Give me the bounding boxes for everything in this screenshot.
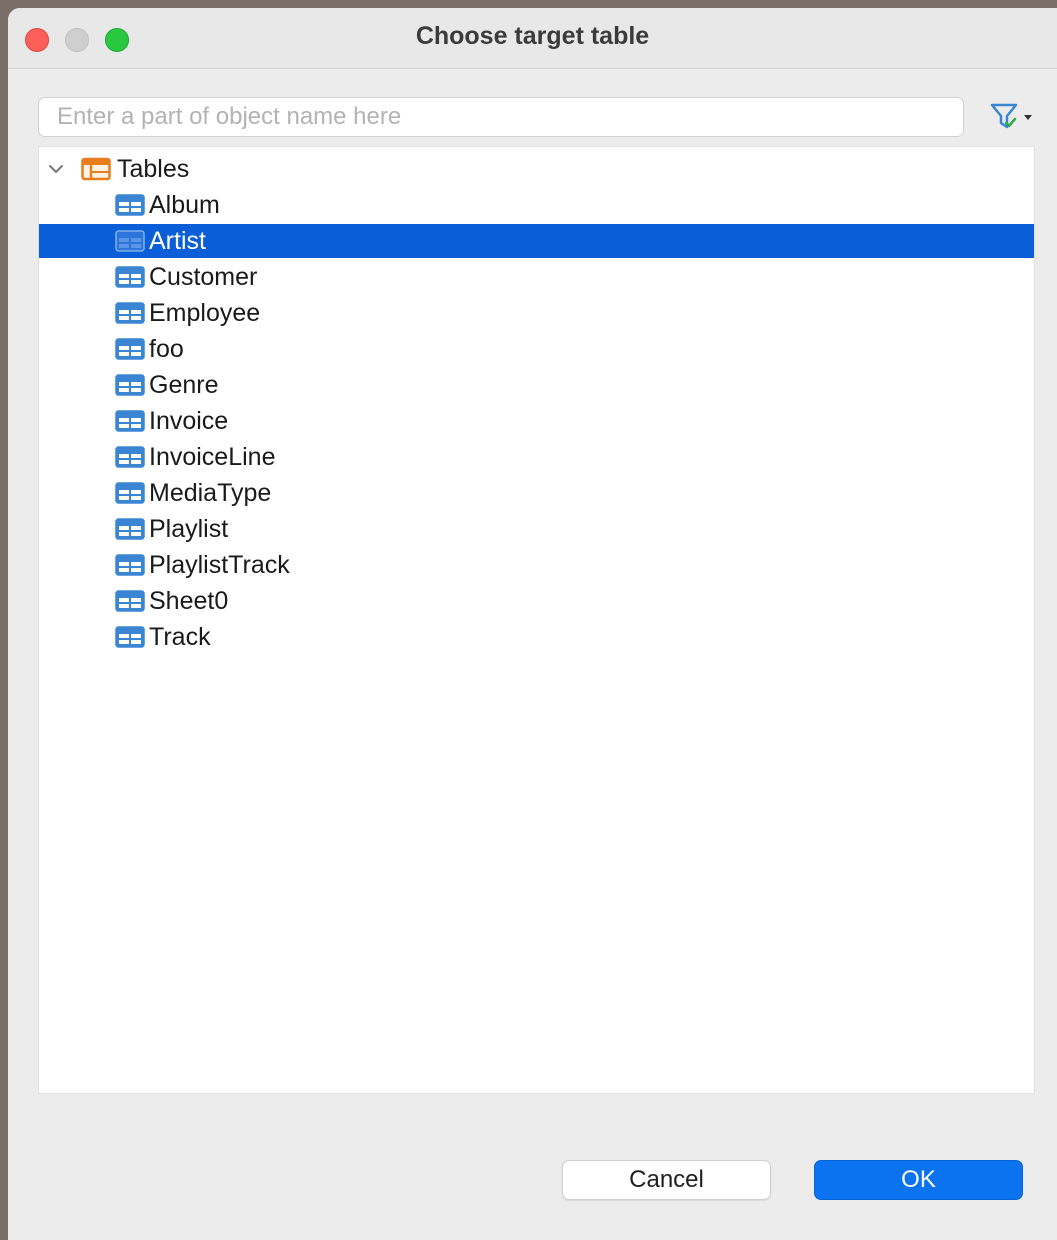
tree-root-tables[interactable]: Tables	[39, 152, 1034, 186]
table-icon	[115, 194, 145, 216]
tree-item-label: MediaType	[149, 479, 272, 507]
search-input[interactable]	[38, 97, 964, 137]
tree-item-track[interactable]: Track	[39, 620, 1034, 654]
ok-button[interactable]: OK	[814, 1160, 1023, 1200]
tree-item-sheet0[interactable]: Sheet0	[39, 584, 1034, 618]
table-icon	[115, 446, 145, 468]
table-icon	[115, 590, 145, 612]
dialog-title: Choose target table	[415, 22, 650, 50]
table-icon	[115, 626, 145, 648]
tree-item-album[interactable]: Album	[39, 188, 1034, 222]
table-icon	[115, 554, 145, 576]
tree-item-label: Playlist	[149, 515, 229, 543]
tree-item-label: Artist	[149, 227, 206, 255]
table-icon	[115, 518, 145, 540]
tree-item-playlist[interactable]: Playlist	[39, 512, 1034, 546]
tree-item-genre[interactable]: Genre	[39, 368, 1034, 402]
tree-item-label: Genre	[149, 371, 219, 399]
tree-item-invoice[interactable]: Invoice	[39, 404, 1034, 438]
chevron-down-icon	[1024, 115, 1032, 120]
tree-item-label: foo	[149, 335, 184, 363]
table-icon	[115, 338, 145, 360]
tree-item-label: Sheet0	[149, 587, 229, 615]
cancel-button[interactable]: Cancel	[562, 1160, 771, 1200]
tree-item-invoiceline[interactable]: InvoiceLine	[39, 440, 1034, 474]
tree-item-playlisttrack[interactable]: PlaylistTrack	[39, 548, 1034, 582]
tree-item-label: Track	[149, 623, 211, 651]
table-icon	[115, 410, 145, 432]
title-bar: Choose target table	[8, 8, 1057, 69]
tree-item-label: Invoice	[149, 407, 229, 435]
tree-item-label: Album	[149, 191, 220, 219]
chevron-down-icon[interactable]	[45, 158, 67, 180]
table-icon	[115, 374, 145, 396]
table-icon	[115, 230, 145, 252]
table-icon	[115, 266, 145, 288]
table-icon	[115, 482, 145, 504]
tree-root-label: Tables	[117, 155, 190, 183]
tree-item-artist[interactable]: Artist	[39, 224, 1034, 258]
tables-folder-icon	[81, 157, 111, 181]
table-tree: Tables Album Artist Customer Employee foo Gen…	[38, 146, 1035, 1094]
tree-item-label: Employee	[149, 299, 261, 327]
filter-icon	[990, 103, 1032, 129]
tree-item-label: Customer	[149, 263, 258, 291]
filter-dropdown-button[interactable]	[982, 101, 1034, 133]
tree-item-customer[interactable]: Customer	[39, 260, 1034, 294]
tree-item-mediatype[interactable]: MediaType	[39, 476, 1034, 510]
table-icon	[115, 302, 145, 324]
tree-item-foo[interactable]: foo	[39, 332, 1034, 366]
tree-item-employee[interactable]: Employee	[39, 296, 1034, 330]
tree-item-label: InvoiceLine	[149, 443, 276, 471]
dialog-window: Choose target table Tables Album Artist Cu…	[8, 8, 1057, 1240]
tree-item-label: PlaylistTrack	[149, 551, 290, 579]
